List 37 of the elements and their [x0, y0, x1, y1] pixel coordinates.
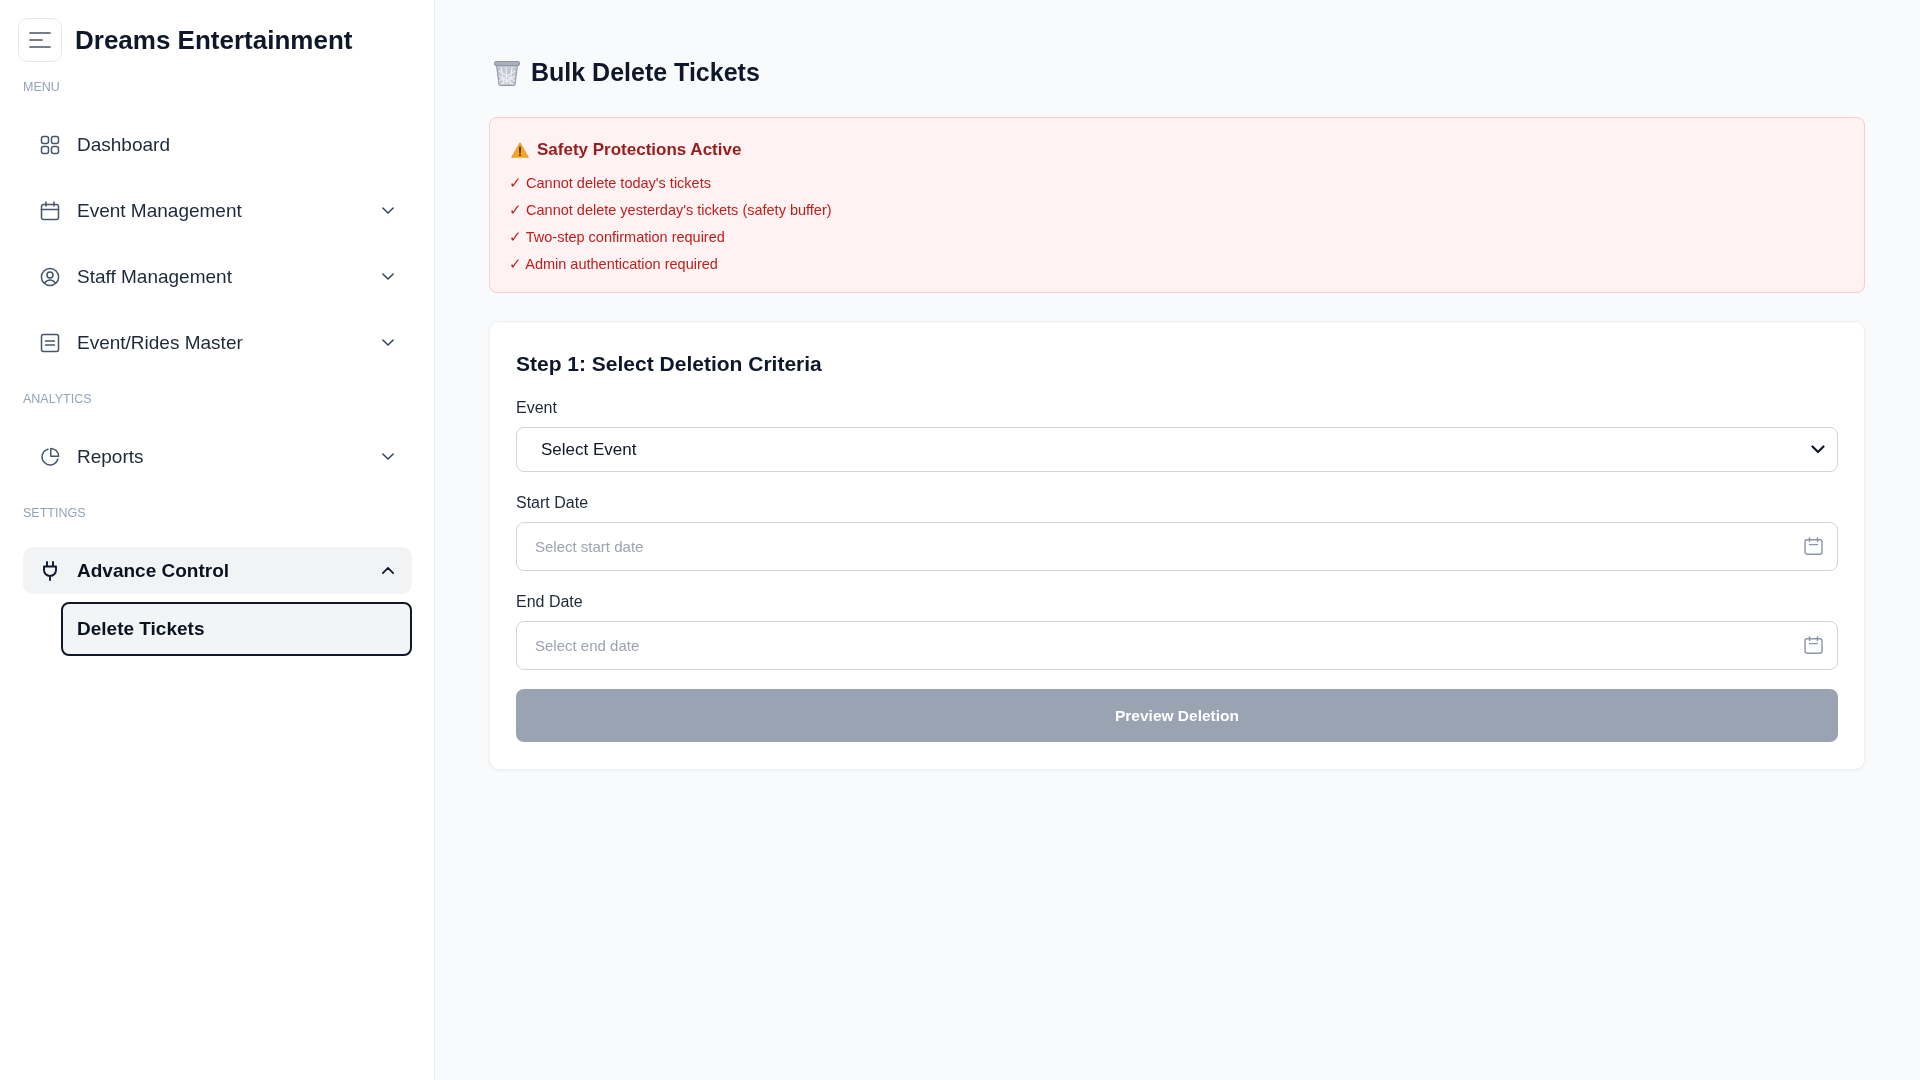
chevron-down-icon — [1811, 445, 1825, 454]
pie-chart-icon — [40, 446, 60, 467]
nav-item[interactable]: Event Management — [23, 187, 412, 234]
page-title: Bulk Delete Tickets — [531, 57, 760, 87]
nav-item[interactable]: Dashboard — [23, 121, 412, 168]
calendar-icon — [1804, 537, 1823, 555]
field-label: Start Date — [516, 493, 589, 513]
brand-title: Dreams Entertainment — [75, 24, 353, 56]
list-icon — [40, 332, 60, 353]
date-field[interactable]: Select end date — [516, 621, 1838, 670]
grid-icon — [40, 134, 60, 155]
wastebasket-icon — [494, 58, 520, 86]
nav-item[interactable]: Reports — [23, 433, 412, 480]
field-label: End Date — [516, 592, 583, 612]
nav-item[interactable]: Staff Management — [23, 253, 412, 300]
select-field[interactable]: Select Event — [516, 427, 1838, 472]
section-heading: MENU — [23, 79, 61, 95]
section-heading: ANALYTICS — [23, 391, 93, 407]
user-circle-icon — [40, 266, 60, 287]
menu-icon — [29, 32, 51, 48]
warning-icon — [511, 142, 529, 158]
alert-item: ✓ Admin authentication required — [509, 255, 719, 274]
field-label: Event — [516, 398, 557, 418]
nav-item[interactable]: Advance Control — [23, 547, 412, 594]
section-heading: SETTINGS — [23, 505, 87, 521]
alert-item: ✓ Cannot delete today's tickets — [509, 174, 712, 193]
nav-item[interactable]: Event/Rides Master — [23, 319, 412, 366]
alert-title: Safety Protections Active — [537, 139, 742, 161]
menu-button[interactable] — [18, 18, 62, 62]
calendar-icon — [40, 200, 60, 221]
plug-icon — [40, 560, 60, 581]
date-field[interactable]: Select start date — [516, 522, 1838, 571]
calendar-icon — [1804, 636, 1823, 654]
nav-subitem[interactable]: Delete Tickets — [61, 602, 412, 656]
card-title: Step 1: Select Deletion Criteria — [516, 351, 823, 377]
alert-item: ✓ Cannot delete yesterday's tickets (safety buffer) — [509, 201, 833, 220]
alert-item: ✓ Two-step confirmation required — [509, 228, 726, 247]
